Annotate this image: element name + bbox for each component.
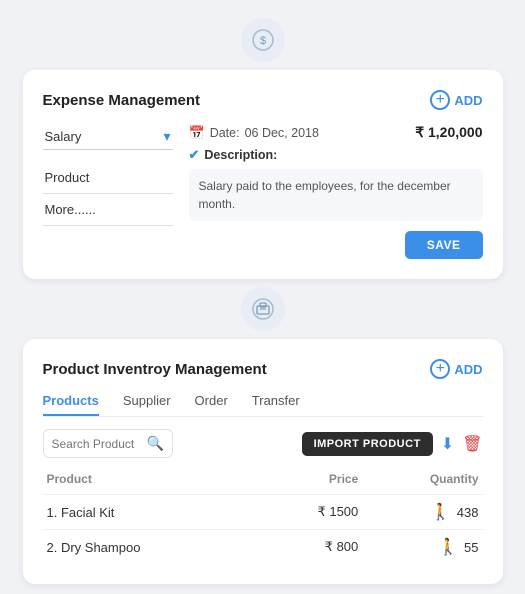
expense-amount: ₹ 1,20,000 [415, 124, 482, 141]
expense-save-row: SAVE [189, 231, 483, 259]
expense-date-label: 📅 Date: 06 Dec, 2018 [189, 125, 319, 141]
col-product: Product [43, 468, 259, 495]
download-icon-button[interactable]: ⬇ [441, 434, 454, 454]
svg-text:$: $ [259, 35, 265, 47]
product-name-cell: 2. Dry Shampoo [43, 530, 259, 565]
product-table: Product Price Quantity 1. Facial Kit ₹ 1… [43, 468, 483, 564]
search-input[interactable] [52, 437, 141, 451]
product-connector-icon [241, 287, 285, 331]
person-icon: 🚶 [438, 537, 458, 557]
expense-left-panel: Salary ▾ Product More...... [43, 124, 173, 259]
col-quantity: Quantity [362, 468, 482, 495]
tab-transfer[interactable]: Transfer [252, 393, 300, 416]
desc-checkbox-icon: ✔ [189, 147, 200, 163]
search-import-row: 🔍 IMPORT PRODUCT ⬇ 🗑 [43, 429, 483, 458]
expense-save-button[interactable]: SAVE [405, 231, 483, 259]
expense-date-row: 📅 Date: 06 Dec, 2018 ₹ 1,20,000 [189, 124, 483, 141]
expense-add-label: ADD [454, 93, 482, 108]
search-icon: 🔍 [147, 435, 164, 452]
expense-desc-label: ✔ Description: [189, 147, 483, 163]
product-add-label: ADD [454, 362, 482, 377]
expense-description: Salary paid to the employees, for the de… [189, 169, 483, 221]
chevron-down-icon: ▾ [163, 128, 170, 145]
product-tabs: Products Supplier Order Transfer [43, 393, 483, 417]
expense-right-panel: 📅 Date: 06 Dec, 2018 ₹ 1,20,000 ✔ Descri… [189, 124, 483, 259]
product-qty-cell: 🚶 55 [362, 530, 482, 565]
calendar-icon: 📅 [189, 125, 205, 141]
expense-add-button[interactable]: + ADD [430, 90, 482, 110]
table-row: 2. Dry Shampoo ₹ 800 🚶 55 [43, 530, 483, 565]
tab-products[interactable]: Products [43, 393, 99, 416]
expense-menu-item-product[interactable]: Product [43, 162, 173, 194]
col-price: Price [259, 468, 363, 495]
trash-icon: 🗑 [462, 434, 482, 454]
product-card: Product Inventroy Management + ADD Produ… [23, 339, 503, 584]
search-box: 🔍 [43, 429, 174, 458]
expense-body: Salary ▾ Product More...... 📅 Date: 06 D… [43, 124, 483, 259]
expense-menu-item-more[interactable]: More...... [43, 194, 173, 226]
date-prefix: Date: [210, 126, 240, 140]
tab-supplier[interactable]: Supplier [123, 393, 171, 416]
tab-order[interactable]: Order [195, 393, 228, 416]
import-product-button[interactable]: IMPORT PRODUCT [302, 432, 433, 456]
product-price-cell: ₹ 800 [259, 530, 363, 565]
dropdown-selected: Salary [45, 129, 82, 144]
person-icon: 🚶 [431, 502, 451, 522]
expense-title: Expense Management [43, 92, 201, 109]
product-add-button[interactable]: + ADD [430, 359, 482, 379]
product-card-header: Product Inventroy Management + ADD [43, 359, 483, 379]
delete-icon-button[interactable]: 🗑 [462, 434, 482, 454]
expense-card: Expense Management + ADD Salary ▾ Produc… [23, 70, 503, 279]
expense-card-header: Expense Management + ADD [43, 90, 483, 110]
desc-label-text: Description: [204, 148, 277, 162]
product-title: Product Inventroy Management [43, 361, 267, 378]
date-value: 06 Dec, 2018 [245, 126, 319, 140]
qty-value: 55 [464, 540, 478, 555]
expense-dropdown[interactable]: Salary ▾ [43, 124, 173, 150]
download-icon: ⬇ [441, 434, 454, 454]
qty-value: 438 [457, 505, 479, 520]
expense-connector-icon: $ [241, 18, 285, 62]
expense-add-icon: + [430, 90, 450, 110]
product-add-icon: + [430, 359, 450, 379]
